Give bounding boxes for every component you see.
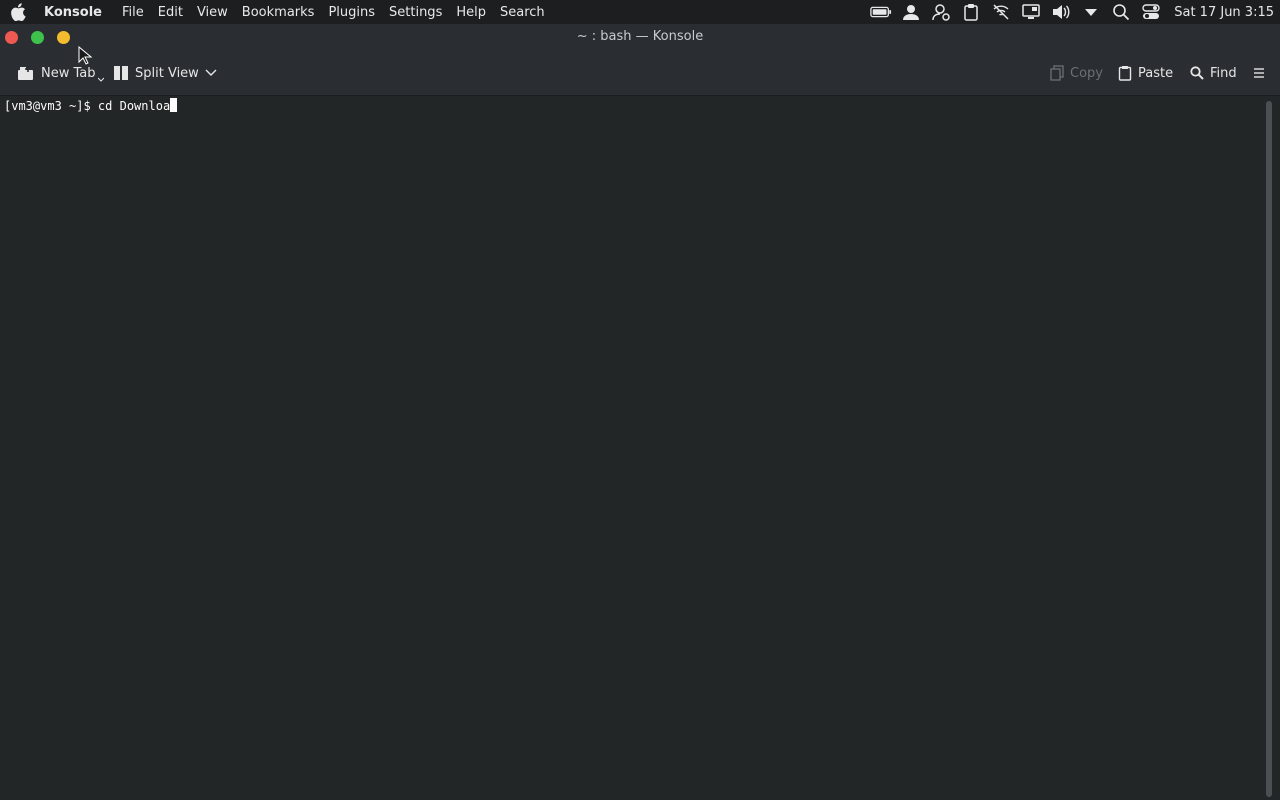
window-title: ~ : bash — Konsole bbox=[576, 29, 704, 44]
text-cursor bbox=[170, 98, 178, 112]
menu-file[interactable]: File bbox=[122, 5, 144, 20]
hamburger-menu-button[interactable] bbox=[1252, 61, 1272, 85]
display-icon[interactable] bbox=[1020, 3, 1042, 21]
menu-plugins[interactable]: Plugins bbox=[328, 5, 375, 20]
volume-icon[interactable] bbox=[1050, 3, 1072, 21]
terminal-scrollbar[interactable] bbox=[1258, 96, 1280, 800]
find-button[interactable]: Find bbox=[1190, 61, 1237, 85]
find-icon bbox=[1190, 66, 1204, 80]
split-view-dropdown-button[interactable] bbox=[205, 61, 223, 85]
new-tab-dropdown-icon bbox=[97, 77, 104, 82]
user-icon[interactable] bbox=[900, 3, 922, 21]
find-label: Find bbox=[1210, 65, 1237, 81]
menu-settings[interactable]: Settings bbox=[389, 5, 442, 20]
clipboard-icon[interactable] bbox=[960, 3, 982, 21]
shell-prompt: [vm3@vm3 ~]$ bbox=[4, 99, 98, 113]
chevron-down-icon bbox=[205, 69, 217, 76]
toggle-settings-icon[interactable] bbox=[1140, 3, 1162, 21]
system-tray: Sat 17 Jun 3:15 bbox=[862, 0, 1280, 24]
tray-expand-icon[interactable] bbox=[1080, 3, 1102, 21]
window-title-bar[interactable]: ~ : bash — Konsole bbox=[0, 24, 1280, 50]
app-name-menu[interactable]: Konsole bbox=[44, 5, 102, 20]
command-input[interactable]: cd Downloa bbox=[98, 99, 170, 113]
copy-icon bbox=[1050, 65, 1064, 81]
menu-help[interactable]: Help bbox=[456, 5, 486, 20]
network-muted-icon[interactable] bbox=[990, 3, 1012, 21]
split-view-label: Split View bbox=[135, 65, 199, 81]
battery-icon[interactable] bbox=[870, 3, 892, 21]
scrollbar-thumb[interactable] bbox=[1266, 101, 1272, 797]
hamburger-menu-icon bbox=[1254, 68, 1264, 78]
split-view-icon bbox=[114, 66, 128, 80]
user-settings-icon[interactable] bbox=[930, 3, 952, 21]
menu-view[interactable]: View bbox=[197, 5, 228, 20]
new-tab-icon bbox=[18, 66, 33, 80]
new-tab-button[interactable]: New Tab bbox=[17, 61, 110, 85]
paste-icon bbox=[1118, 66, 1132, 81]
copy-button[interactable]: Copy bbox=[1050, 61, 1103, 85]
global-menu-bar: Konsole File Edit View Bookmarks Plugins… bbox=[0, 0, 1280, 24]
menu-bookmarks[interactable]: Bookmarks bbox=[242, 5, 315, 20]
konsole-toolbar: New Tab Split View Copy Paste Find bbox=[0, 50, 1280, 96]
copy-label: Copy bbox=[1070, 65, 1103, 81]
paste-button[interactable]: Paste bbox=[1118, 61, 1173, 85]
terminal-view[interactable]: [vm3@vm3 ~]$ cd Downloa bbox=[0, 96, 1258, 800]
menu-edit[interactable]: Edit bbox=[158, 5, 183, 20]
search-icon[interactable] bbox=[1110, 3, 1132, 21]
clock[interactable]: Sat 17 Jun 3:15 bbox=[1174, 5, 1274, 20]
split-view-button[interactable]: Split View bbox=[113, 61, 199, 85]
apple-logo-icon[interactable] bbox=[9, 3, 27, 21]
mouse-pointer-icon bbox=[78, 45, 93, 70]
paste-label: Paste bbox=[1138, 65, 1174, 81]
terminal-command-line: [vm3@vm3 ~]$ cd Downloa bbox=[4, 98, 178, 114]
menu-search[interactable]: Search bbox=[500, 5, 545, 20]
